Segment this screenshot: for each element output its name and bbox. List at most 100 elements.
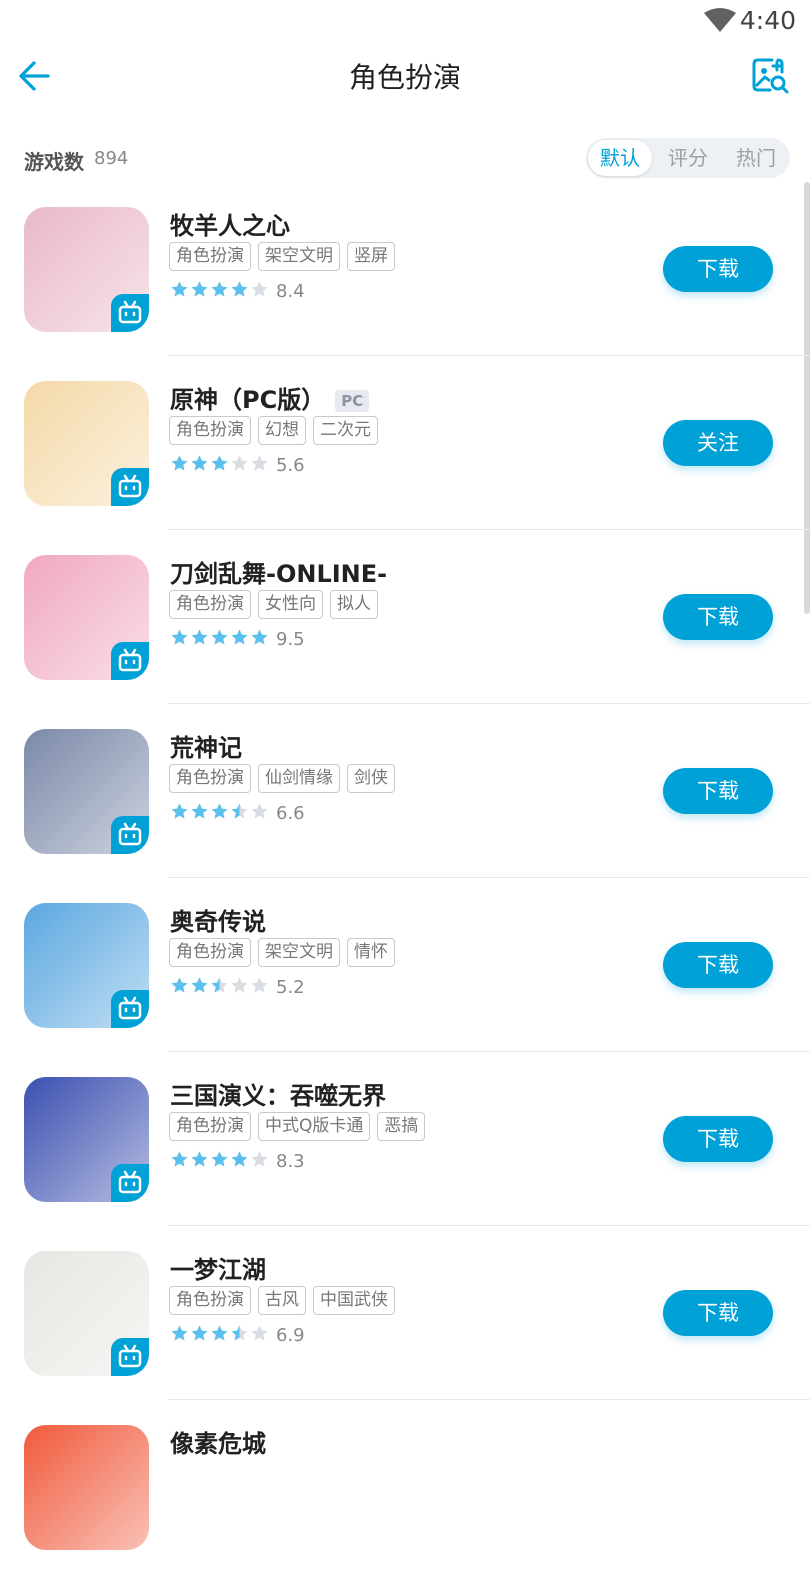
star-icon [231, 803, 248, 819]
game-count-label: 游戏数 [24, 150, 84, 174]
download-button[interactable]: 下载 [663, 1116, 773, 1162]
tag-list: 角色扮演 中式Q版卡通 恶搞 [169, 1112, 426, 1141]
tag-list: 角色扮演 古风 中国武侠 [169, 1286, 395, 1315]
star-icon [231, 1151, 248, 1167]
star-icon [171, 1325, 188, 1341]
tag[interactable]: 角色扮演 [169, 1286, 251, 1315]
game-icon[interactable] [24, 1425, 149, 1550]
game-name[interactable]: 原神（PC版） PC [170, 380, 370, 415]
download-button[interactable]: 下载 [663, 768, 773, 814]
rating: 5.2 [170, 976, 305, 999]
star-icon [231, 1325, 248, 1341]
star-rating-icon [170, 628, 270, 651]
star-icon [191, 629, 208, 645]
star-rating-icon [170, 1150, 270, 1173]
summary-row: 游戏数 894 默认 评分 热门 [0, 138, 810, 180]
tag-list: 角色扮演 仙剑情缘 剑侠 [169, 764, 395, 793]
game-name[interactable]: 像素危城 [170, 1424, 266, 1459]
tag[interactable]: 中式Q版卡通 [258, 1112, 371, 1141]
tag[interactable]: 幻想 [258, 416, 306, 445]
game-name[interactable]: 荒神记 [170, 728, 242, 763]
tag[interactable]: 角色扮演 [169, 938, 251, 967]
tag[interactable]: 剑侠 [347, 764, 395, 793]
game-name[interactable]: 三国演义：吞噬无界 [170, 1076, 386, 1111]
bilibili-badge-icon [111, 1164, 149, 1202]
download-button[interactable]: 下载 [663, 246, 773, 292]
game-search-icon[interactable] [750, 56, 790, 96]
star-icon [171, 977, 188, 993]
tag[interactable]: 竖屏 [347, 242, 395, 271]
tag[interactable]: 恶搞 [377, 1112, 426, 1141]
star-icon [251, 1151, 268, 1167]
tag[interactable]: 角色扮演 [169, 416, 251, 445]
game-count-value: 894 [94, 148, 129, 169]
game-icon[interactable] [24, 1251, 149, 1376]
download-button[interactable]: 下载 [663, 1290, 773, 1336]
download-button[interactable]: 下载 [663, 942, 773, 988]
tag[interactable]: 古风 [258, 1286, 306, 1315]
tag[interactable]: 二次元 [313, 416, 378, 445]
game-icon[interactable] [24, 381, 149, 506]
game-name[interactable]: 奥奇传说 [170, 902, 266, 937]
game-icon[interactable] [24, 903, 149, 1028]
rating-score: 5.2 [276, 977, 305, 998]
bilibili-badge-icon [111, 468, 149, 506]
wifi-icon [704, 8, 736, 32]
tag[interactable]: 角色扮演 [169, 1112, 251, 1141]
tag[interactable]: 中国武侠 [313, 1286, 395, 1315]
game-row[interactable]: 刀剑乱舞-ONLINE- 角色扮演 女性向 拟人 9.5 下载 [0, 530, 810, 704]
tag[interactable]: 角色扮演 [169, 590, 251, 619]
game-name[interactable]: 牧羊人之心 [170, 206, 290, 241]
tag-list: 角色扮演 架空文明 情怀 [169, 938, 395, 967]
sort-tab-default[interactable]: 默认 [588, 140, 652, 176]
game-icon[interactable] [24, 729, 149, 854]
game-name[interactable]: 一梦江湖 [170, 1250, 266, 1285]
game-icon[interactable] [24, 555, 149, 680]
clock: 4:40 [739, 6, 796, 35]
tag-list: 角色扮演 架空文明 竖屏 [169, 242, 395, 271]
tag[interactable]: 架空文明 [258, 242, 340, 271]
rating: 8.4 [170, 280, 305, 303]
star-rating-icon [170, 976, 270, 999]
star-rating-icon [170, 280, 270, 303]
tag[interactable]: 仙剑情缘 [258, 764, 340, 793]
tag[interactable]: 情怀 [347, 938, 395, 967]
sort-tab-rating[interactable]: 评分 [656, 140, 720, 176]
star-icon [211, 1325, 228, 1341]
tag[interactable]: 角色扮演 [169, 242, 251, 271]
game-icon[interactable] [24, 1077, 149, 1202]
game-row[interactable]: 荒神记 角色扮演 仙剑情缘 剑侠 6.6 下载 [0, 704, 810, 878]
tag[interactable]: 架空文明 [258, 938, 340, 967]
game-icon[interactable] [24, 207, 149, 332]
page-title: 角色扮演 [348, 61, 461, 94]
tag[interactable]: 角色扮演 [169, 764, 251, 793]
star-icon [171, 629, 188, 645]
star-rating-icon [170, 802, 270, 825]
bilibili-badge-icon [111, 990, 149, 1028]
star-icon [211, 629, 228, 645]
rating: 6.9 [170, 1324, 305, 1347]
tag[interactable]: 拟人 [330, 590, 378, 619]
sort-tab-popular[interactable]: 热门 [724, 140, 788, 176]
rating: 5.6 [170, 454, 305, 477]
game-row[interactable]: 像素危城 [0, 1400, 810, 1574]
star-icon [251, 629, 268, 645]
rating: 9.5 [170, 628, 305, 651]
game-row[interactable]: 奥奇传说 角色扮演 架空文明 情怀 5.2 下载 [0, 878, 810, 1052]
game-row[interactable]: 三国演义：吞噬无界 角色扮演 中式Q版卡通 恶搞 8.3 下载 [0, 1052, 810, 1226]
follow-button[interactable]: 关注 [663, 420, 773, 466]
game-row[interactable]: 原神（PC版） PC 角色扮演 幻想 二次元 5.6 关注 [0, 356, 810, 530]
bilibili-badge-icon [111, 642, 149, 680]
star-icon [211, 803, 228, 819]
rating-score: 6.6 [276, 803, 305, 824]
tag[interactable]: 女性向 [258, 590, 323, 619]
game-name[interactable]: 刀剑乱舞-ONLINE- [170, 554, 387, 589]
download-button[interactable]: 下载 [663, 594, 773, 640]
star-icon [231, 281, 248, 297]
star-icon [211, 1151, 228, 1167]
game-row[interactable]: 牧羊人之心 角色扮演 架空文明 竖屏 8.4 下载 [0, 182, 810, 356]
bilibili-badge-icon [111, 1338, 149, 1376]
sort-tabs: 默认 评分 热门 [586, 138, 790, 178]
platform-badge: PC [335, 390, 370, 412]
game-row[interactable]: 一梦江湖 角色扮演 古风 中国武侠 6.9 下载 [0, 1226, 810, 1400]
